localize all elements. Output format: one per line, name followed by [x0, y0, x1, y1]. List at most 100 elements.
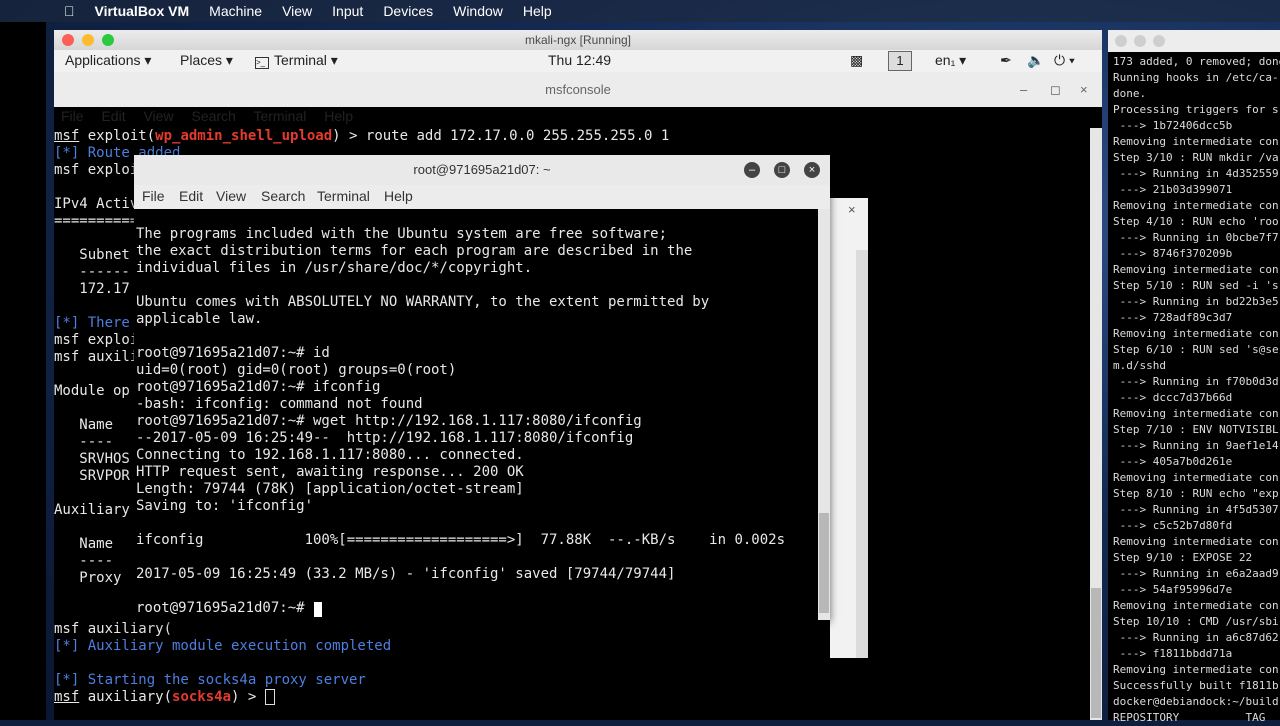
terminal-line: Successfully built f1811b	[1113, 679, 1279, 692]
maximize-icon[interactable]	[102, 34, 114, 46]
menu-view[interactable]: View	[143, 108, 173, 124]
left-edge	[0, 22, 46, 720]
applications-menu[interactable]: Applications ▾	[65, 52, 151, 69]
apple-icon[interactable]: 	[64, 3, 75, 19]
menu-input[interactable]: Input	[332, 3, 363, 19]
close-icon[interactable]	[1115, 35, 1127, 47]
ubuntu-scrollbar[interactable]	[818, 209, 830, 620]
places-menu[interactable]: Places ▾	[180, 52, 233, 69]
menu-edit[interactable]: Edit	[101, 108, 125, 124]
terminal-line: Connecting to 192.168.1.117:8080... conn…	[136, 447, 524, 463]
docker-terminal-output[interactable]: 173 added, 0 removed; done Running hooks …	[1113, 54, 1280, 726]
terminal-line: ---> Running in 0bcbe7f7	[1113, 231, 1279, 244]
app-name[interactable]: VirtualBox VM	[95, 3, 190, 19]
menu-view[interactable]: View	[282, 3, 312, 19]
terminal-line: ---> 8746f370209b	[1113, 247, 1233, 260]
terminal-line: root@971695a21d07:~# id	[136, 345, 330, 361]
close-icon[interactable]	[62, 34, 74, 46]
module-name: socks4a	[172, 689, 232, 705]
ghost-scrollbar[interactable]	[856, 250, 868, 658]
power-icon[interactable]: ⏻ ▾	[1054, 52, 1075, 69]
kali-topbar: Applications ▾ Places ▾ >_ Terminal ▾ Thu…	[54, 50, 1102, 72]
msf-menubar: File Edit View Search Terminal Help	[61, 108, 367, 128]
close-icon[interactable]: ×	[804, 162, 820, 178]
terminal-line: done.	[1113, 87, 1147, 100]
menu-search[interactable]: Search	[191, 108, 235, 124]
minimize-icon[interactable]	[82, 34, 94, 46]
background-window: ×	[830, 198, 868, 658]
menu-help[interactable]: Help	[384, 188, 413, 204]
pen-icon[interactable]: ✒	[1000, 52, 1012, 69]
menu-file[interactable]: File	[142, 188, 165, 204]
ubuntu-terminal-window: root@971695a21d07: ~ – □ × File Edit Vie…	[134, 155, 830, 620]
msf-line: > route add 172.17.0.0 255.255.255.0 1	[340, 128, 670, 144]
menu-terminal[interactable]: Terminal	[253, 108, 306, 124]
clock[interactable]: Thu 12:49	[548, 52, 611, 68]
minimize-icon[interactable]: –	[744, 162, 760, 178]
terminal-line: Removing intermediate con	[1113, 407, 1279, 420]
language-menu[interactable]: en₁ ▾	[935, 52, 966, 69]
terminal-line: ---> 728adf89c3d7	[1113, 311, 1233, 324]
msf-line: [*] There	[54, 315, 130, 331]
close-icon[interactable]: ×	[1080, 72, 1088, 107]
terminal-menu[interactable]: >_ Terminal ▾	[255, 52, 338, 69]
terminal-line: ---> 21b03d399071	[1113, 183, 1233, 196]
msf-line: ----	[54, 553, 114, 569]
terminal-line: the exact distribution terms for each pr…	[136, 243, 693, 259]
maximize-icon[interactable]: □	[774, 162, 790, 178]
msf-prompt: msf	[54, 128, 80, 144]
terminal-line: ---> Running in 9aef1e14	[1113, 439, 1279, 452]
close-icon[interactable]: ×	[848, 202, 856, 217]
terminal-line: Ubuntu comes with ABSOLUTELY NO WARRANTY…	[136, 294, 710, 310]
terminal-line: ---> 1b72406dcc5b	[1113, 119, 1233, 132]
menu-search[interactable]: Search	[261, 188, 305, 204]
docker-terminal-window: 173 added, 0 removed; done Running hooks …	[1108, 30, 1280, 724]
terminal-line: Step 10/10 : CMD /usr/sbi	[1113, 615, 1279, 628]
network-icon[interactable]: ▩	[850, 52, 863, 69]
terminal-line: HTTP request sent, awaiting response... …	[136, 464, 524, 480]
menu-file[interactable]: File	[61, 108, 84, 124]
workspace-indicator[interactable]: 1	[888, 51, 912, 71]
msf-line: SRVPOR	[54, 468, 130, 484]
msf-line: Subnet	[54, 247, 130, 263]
terminal-line: Step 7/10 : ENV NOTVISIBL	[1113, 423, 1279, 436]
menu-edit[interactable]: Edit	[179, 188, 203, 204]
msf-line: IPv4 Active	[54, 196, 147, 212]
menu-terminal[interactable]: Terminal	[317, 188, 370, 204]
msf-line: [*] Auxiliary module execution completed	[54, 638, 392, 654]
menu-help[interactable]: Help	[523, 3, 552, 19]
maximize-icon[interactable]	[1153, 35, 1165, 47]
volume-icon[interactable]: 🔈	[1027, 52, 1044, 69]
terminal-line: root@971695a21d07:~#	[136, 600, 314, 616]
menu-view[interactable]: View	[216, 188, 246, 204]
maximize-icon[interactable]: ◻	[1050, 72, 1061, 107]
cursor	[314, 602, 322, 617]
msf-scrollbar[interactable]	[1090, 128, 1102, 720]
terminal-line: 2017-05-09 16:25:49 (33.2 MB/s) - 'ifcon…	[136, 566, 676, 582]
minimize-icon[interactable]	[1134, 35, 1146, 47]
msf-line: Module op	[54, 383, 130, 399]
minimize-icon[interactable]: –	[1020, 72, 1027, 107]
msf-scroll-thumb[interactable]	[1091, 588, 1101, 718]
terminal-line: Removing intermediate con	[1113, 327, 1279, 340]
terminal-line: applicable law.	[136, 311, 263, 327]
msf-line: Proxy	[54, 570, 122, 586]
menu-devices[interactable]: Devices	[383, 3, 433, 19]
docker-titlebar	[1108, 30, 1280, 52]
terminal-line: --2017-05-09 16:25:49-- http://192.168.1…	[136, 430, 634, 446]
menu-help[interactable]: Help	[324, 108, 353, 124]
terminal-line: Step 9/10 : EXPOSE 22	[1113, 551, 1253, 564]
msfconsole-title: msfconsole	[545, 82, 611, 97]
menu-machine[interactable]: Machine	[209, 3, 262, 19]
ubuntu-scroll-thumb[interactable]	[819, 513, 829, 613]
menu-window[interactable]: Window	[453, 3, 503, 19]
msf-line: 172.17	[54, 281, 130, 297]
ubuntu-terminal-output[interactable]: The programs included with the Ubuntu sy…	[136, 226, 816, 617]
msf-line: ) >	[231, 689, 265, 705]
terminal-line: Step 4/10 : RUN echo 'roo	[1113, 215, 1279, 228]
terminal-line: root@971695a21d07:~# wget http://192.168…	[136, 413, 642, 429]
vm-titlebar: mkali-ngx [Running]	[54, 30, 1102, 50]
